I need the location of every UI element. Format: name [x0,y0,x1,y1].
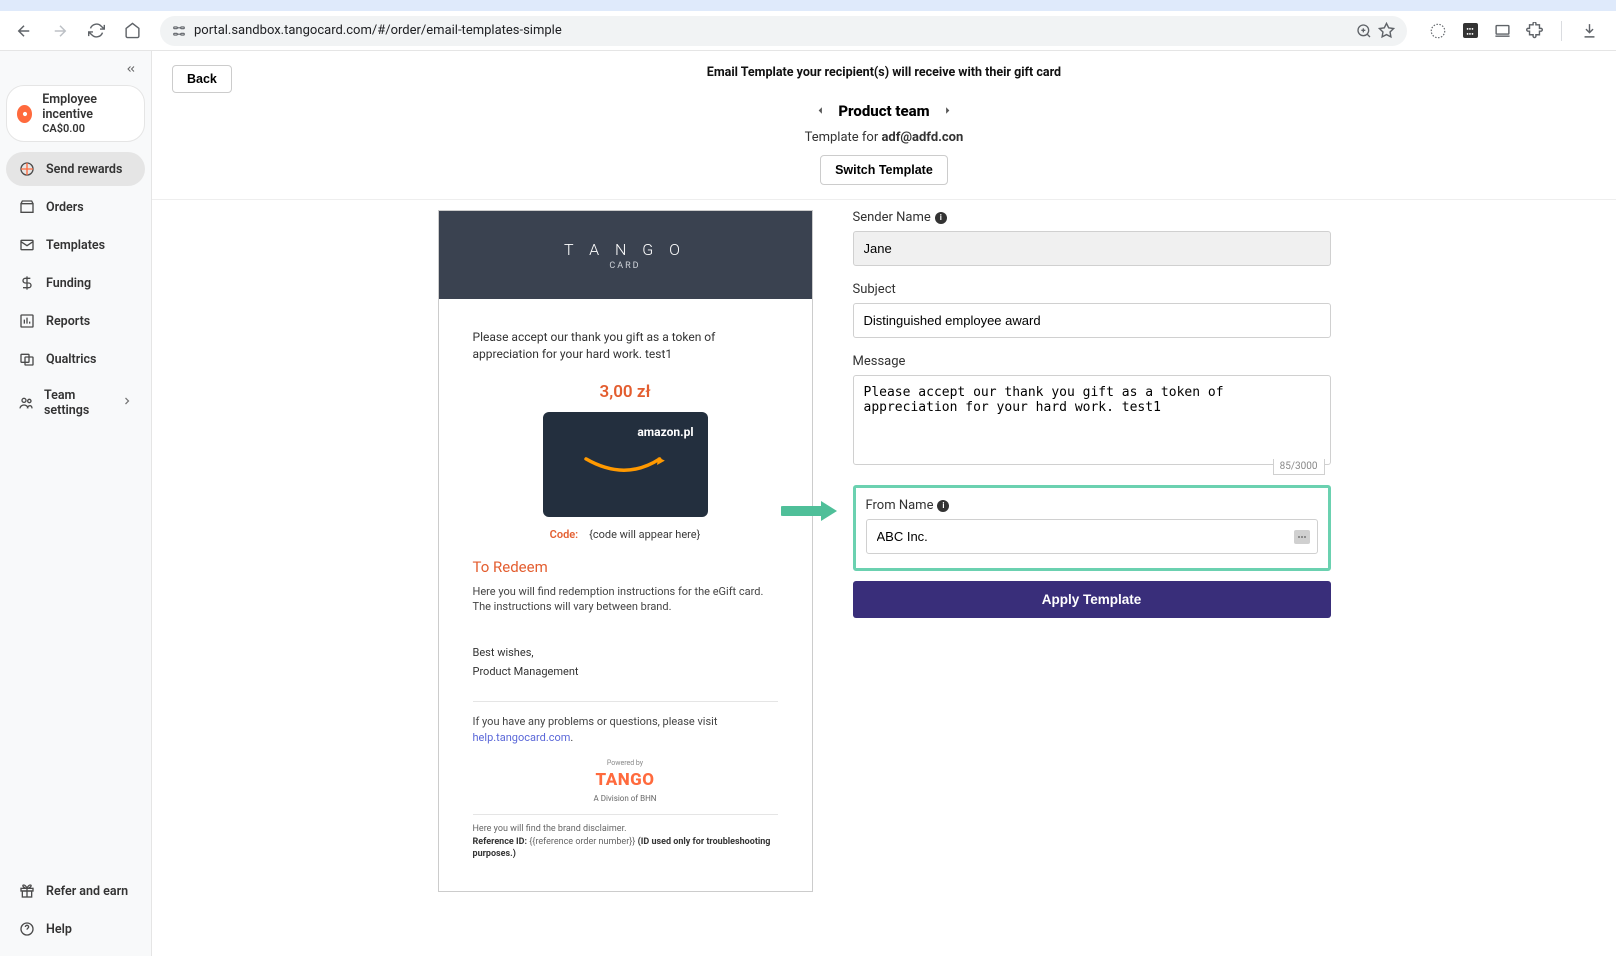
sidebar-item-label: Refer and earn [46,884,128,899]
subject-label: Subject [853,282,1331,297]
home-button[interactable] [118,17,146,45]
account-circle-icon [17,105,32,123]
templates-icon [18,236,36,254]
signoff-1: Best wishes, [473,645,778,660]
gift-card-image: amazon.pl [543,412,708,517]
sidebar-item-label: Templates [46,238,105,253]
page-heading: Email Template your recipient(s) will re… [707,65,1061,80]
sidebar-item-label: Team settings [44,388,111,418]
help-text: If you have any problems or questions, p… [473,714,778,745]
account-balance: CA$0.00 [42,122,134,135]
email-preview: T A N G O CARD Please accept our thank y… [438,210,813,892]
sidebar-item-qualtrics[interactable]: Qualtrics [6,342,145,376]
address-bar[interactable]: portal.sandbox.tangocard.com/#/order/ema… [160,16,1407,46]
sidebar-item-templates[interactable]: Templates [6,228,145,262]
sidebar: Employee incentive CA$0.00 Send rewards … [0,51,152,956]
chevron-right-icon [121,395,133,411]
sidebar-item-label: Qualtrics [46,352,96,367]
info-icon[interactable]: i [935,212,947,224]
sender-name-label: Sender Name i [853,210,1331,225]
preview-message: Please accept our thank you gift as a to… [473,329,778,363]
tango-footer: Powered by TANGO A Division of BHN [473,759,778,804]
site-settings-icon [172,24,186,38]
sidebar-item-send-rewards[interactable]: Send rewards [6,152,145,186]
team-switcher: Product team [815,102,952,120]
topbar: Back Email Template your recipient(s) wi… [152,51,1616,200]
bookmark-star-icon[interactable] [1378,22,1395,39]
prev-team-button[interactable] [815,102,826,120]
amazon-smile-icon [580,452,670,478]
sidebar-collapse-button[interactable] [0,59,151,83]
next-team-button[interactable] [942,102,953,120]
from-name-highlight: From Name i [853,485,1331,571]
tango-logo-sub: CARD [609,261,640,271]
gift-card-brand: amazon.pl [637,424,693,441]
template-form: Sender Name i Subject Message Please acc… [853,210,1331,892]
extension-icon-2[interactable]: ●●●●●● [1461,22,1479,40]
sidebar-item-label: Orders [46,200,84,215]
help-icon [18,920,36,938]
sidebar-item-label: Send rewards [46,162,122,177]
sidebar-item-team-settings[interactable]: Team settings [6,380,145,426]
funding-icon [18,274,36,292]
sidebar-item-orders[interactable]: Orders [6,190,145,224]
back-nav-button[interactable] [10,17,38,45]
apply-template-button[interactable]: Apply Template [853,581,1331,618]
forward-nav-button[interactable] [46,17,74,45]
info-icon[interactable]: i [937,500,949,512]
downloads-icon[interactable] [1580,22,1598,40]
sidebar-item-refer[interactable]: Refer and earn [6,874,145,908]
sidebar-item-reports[interactable]: Reports [6,304,145,338]
signoff-2: Product Management [473,664,778,679]
tango-logo: T A N G O [564,240,686,259]
browser-tabs [0,0,1616,11]
browser-toolbar: portal.sandbox.tangocard.com/#/order/ema… [0,11,1616,51]
message-label: Message [853,354,1331,369]
gift-icon [18,882,36,900]
sidebar-account-pill[interactable]: Employee incentive CA$0.00 [6,85,145,142]
device-icon[interactable] [1493,22,1511,40]
sidebar-item-funding[interactable]: Funding [6,266,145,300]
sidebar-item-label: Reports [46,314,90,329]
divider [473,701,778,702]
extension-icon-1[interactable] [1429,22,1447,40]
help-link[interactable]: help.tangocard.com [473,731,571,744]
from-name-label: From Name i [866,498,1318,513]
extensions-puzzle-icon[interactable] [1525,22,1543,40]
account-name: Employee incentive [42,92,134,122]
url-text: portal.sandbox.tangocard.com/#/order/ema… [194,23,562,38]
sidebar-item-label: Funding [46,276,91,291]
redeem-text: Here you will find redemption instructio… [473,584,778,615]
email-preview-header: T A N G O CARD [439,211,812,299]
preview-price: 3,00 zł [473,381,778,405]
reports-icon [18,312,36,330]
preview-code-line: Code: {code will appear here} [473,527,778,542]
disclaimer: Here you will find the brand disclaimer.… [473,823,778,861]
annotation-arrow-icon [781,498,839,524]
main-content: Back Email Template your recipient(s) wi… [152,51,1616,956]
message-textarea[interactable]: Please accept our thank you gift as a to… [853,375,1331,465]
input-handle-icon [1294,530,1310,544]
back-button[interactable]: Back [172,65,232,93]
reload-button[interactable] [82,17,110,45]
send-icon [18,160,36,178]
zoom-icon[interactable] [1356,23,1372,39]
sidebar-item-label: Help [46,922,72,937]
subject-input[interactable] [853,303,1331,338]
switch-template-button[interactable]: Switch Template [820,155,948,185]
qualtrics-icon [18,350,36,368]
team-icon [18,394,34,412]
char-count: 85/3000 [1273,459,1325,475]
team-name: Product team [838,102,929,120]
collapse-icon [123,63,139,75]
sender-name-input[interactable] [853,231,1331,266]
sidebar-item-help[interactable]: Help [6,912,145,946]
orders-icon [18,198,36,216]
template-for-text: Template for adf@adfd.con [805,130,964,145]
redeem-title: To Redeem [473,557,778,578]
from-name-input[interactable] [866,519,1318,554]
